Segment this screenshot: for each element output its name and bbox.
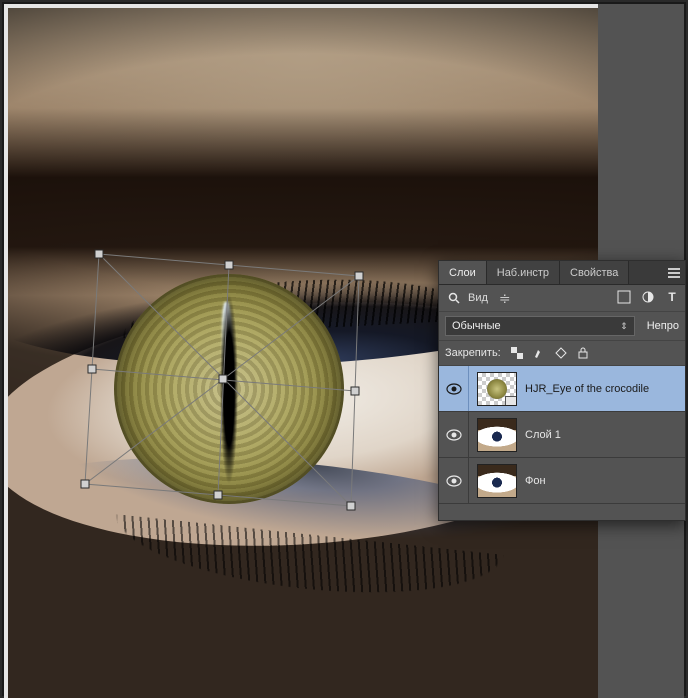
filter-pixel-icon[interactable] — [615, 288, 633, 306]
lock-label: Закрепить: — [445, 347, 501, 359]
panel-bottom-spacer — [439, 504, 685, 520]
visibility-toggle[interactable] — [439, 366, 469, 411]
visibility-toggle[interactable] — [439, 412, 469, 457]
search-icon — [445, 289, 463, 307]
layer-row[interactable]: Фон — [439, 458, 685, 504]
layer-row[interactable]: Слой 1 — [439, 412, 685, 458]
layers-list: HJR_Eye of the crocodile Слой 1 Фон — [439, 366, 685, 504]
crocodile-iris-layer[interactable] — [114, 274, 344, 504]
lock-pixels-icon[interactable] — [531, 345, 547, 361]
lock-all-icon[interactable] — [575, 345, 591, 361]
lock-position-icon[interactable] — [553, 345, 569, 361]
ruler-left — [4, 4, 8, 698]
layer-thumbnail[interactable] — [477, 464, 517, 498]
tab-2[interactable]: Свойства — [560, 261, 629, 284]
layer-name[interactable]: Фон — [525, 475, 685, 487]
blend-mode-value: Обычные — [452, 320, 501, 332]
panel-menu-icon[interactable] — [663, 261, 685, 284]
filter-adjust-icon[interactable] — [639, 288, 657, 306]
layer-name[interactable]: HJR_Eye of the crocodile — [525, 383, 685, 395]
layers-panel: СлоиНаб.инстрСвойства Вид ≑ T Обычные ⇕ … — [438, 260, 686, 521]
blend-mode-select[interactable]: Обычные ⇕ — [445, 316, 635, 336]
panel-tabs: СлоиНаб.инстрСвойства — [439, 261, 685, 285]
layer-thumbnail[interactable] — [477, 418, 517, 452]
layer-name[interactable]: Слой 1 — [525, 429, 685, 441]
chevron-updown-icon: ⇕ — [620, 321, 628, 332]
layer-filter-label: Вид — [468, 292, 488, 304]
visibility-toggle[interactable] — [439, 458, 469, 503]
layer-thumbnail[interactable] — [477, 372, 517, 406]
chevron-down-icon: ≑ — [499, 291, 511, 305]
layer-row[interactable]: HJR_Eye of the crocodile — [439, 366, 685, 412]
tab-1[interactable]: Наб.инстр — [487, 261, 560, 284]
opacity-label: Непро — [647, 320, 679, 332]
tab-0[interactable]: Слои — [439, 261, 487, 284]
ruler-top — [4, 4, 598, 8]
lock-transparency-icon[interactable] — [509, 345, 525, 361]
filter-type-icon[interactable]: T — [663, 288, 681, 306]
smart-object-badge-icon — [505, 396, 517, 406]
